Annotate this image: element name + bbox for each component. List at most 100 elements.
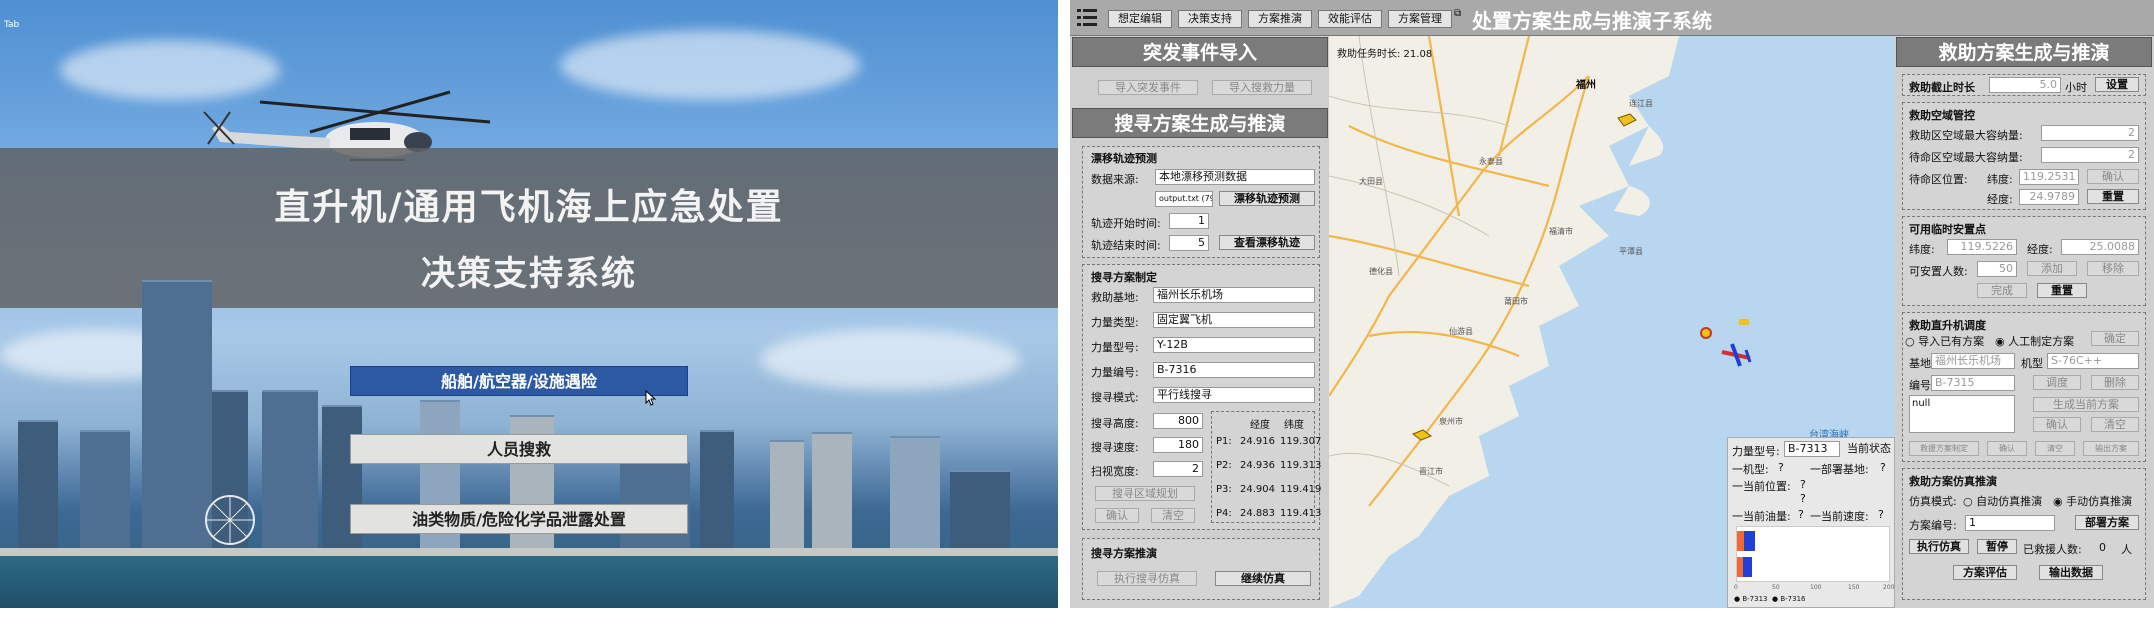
info-base-value: ? bbox=[1880, 461, 1886, 474]
status-button[interactable]: 当前状态 bbox=[1846, 441, 1892, 456]
source-label: 数据来源: bbox=[1091, 173, 1139, 186]
distress-target-icon[interactable] bbox=[1699, 326, 1713, 340]
exec-search-sim-button[interactable]: 执行搜寻仿真 bbox=[1097, 571, 1197, 586]
sim-auto-text: 自动仿真推演 bbox=[1976, 495, 2043, 508]
heli-sub-output-button[interactable]: 输出方案 bbox=[2083, 441, 2139, 456]
option-oil-spill-button[interactable]: 油类物质/危险化学品泄露处置 bbox=[350, 504, 688, 534]
temp-remove-button[interactable]: 移除 bbox=[2087, 261, 2139, 276]
type-label: 力量类型: bbox=[1091, 316, 1139, 329]
temp-people-field[interactable]: 50 bbox=[1977, 261, 2017, 277]
import-event-button[interactable]: 导入突发事件 bbox=[1098, 80, 1198, 95]
search-grid-marker-icon bbox=[1739, 319, 1749, 325]
heli-dispatch-button[interactable]: 调度 bbox=[2033, 375, 2081, 390]
option-personnel-search-button[interactable]: 人员搜救 bbox=[350, 434, 688, 464]
info-fleet-value: ? bbox=[1778, 461, 1784, 474]
corner-text: Tab bbox=[4, 20, 20, 30]
speed-field[interactable]: 180 bbox=[1153, 437, 1203, 453]
search-confirm-button[interactable]: 确认 bbox=[1095, 508, 1139, 523]
heli-sub-confirm-button[interactable]: 确认 bbox=[1987, 441, 2027, 456]
legend-b7316: ● B-7316 bbox=[1772, 595, 1806, 603]
deploy-plan-button[interactable]: 部署方案 bbox=[2075, 515, 2139, 530]
heli-clear-button[interactable]: 清空 bbox=[2091, 417, 2139, 432]
sim-manual-radio[interactable]: ◉ 手动仿真推演 bbox=[2053, 493, 2132, 509]
view-drift-button[interactable]: 查看漂移轨迹 bbox=[1219, 235, 1315, 250]
file-field[interactable]: output.txt (798,878 bbox=[1155, 191, 1213, 207]
height-field[interactable]: 800 bbox=[1153, 413, 1203, 429]
plan-eval-button[interactable]: 方案评估 bbox=[1953, 565, 2017, 580]
continue-sim-button[interactable]: 继续仿真 bbox=[1215, 571, 1311, 586]
heli-manual-radio[interactable]: ◉ 人工制定方案 bbox=[1995, 333, 2074, 349]
heli-base-field[interactable]: 福州长乐机场 bbox=[1931, 353, 2015, 369]
id-field[interactable]: B-7316 bbox=[1153, 362, 1315, 378]
search-clear-button[interactable]: 清空 bbox=[1151, 508, 1195, 523]
temp-reset-button[interactable]: 重置 bbox=[2037, 283, 2087, 298]
heli-import-radio[interactable]: ○ 导入已有方案 bbox=[1905, 333, 1984, 349]
model-field[interactable]: Y-12B bbox=[1153, 337, 1315, 353]
temp-done-button[interactable]: 完成 bbox=[1977, 283, 2027, 298]
heli-confirm-button[interactable]: 确定 bbox=[2091, 331, 2139, 346]
info-fuel-label: 一当前油量: bbox=[1732, 510, 1791, 523]
end-time-field[interactable]: 5 bbox=[1169, 235, 1209, 251]
mode-field[interactable]: 平行线搜寻 bbox=[1153, 387, 1315, 403]
menu-decision-support[interactable]: 决策支持 bbox=[1178, 10, 1242, 28]
cap2-label: 待命区空域最大容纳量: bbox=[1909, 151, 2023, 164]
heli-plan-textarea[interactable]: null bbox=[1909, 395, 2015, 433]
heli-delete-button[interactable]: 删除 bbox=[2091, 375, 2139, 390]
import-force-button[interactable]: 导入搜救力量 bbox=[1212, 80, 1312, 95]
type-field[interactable]: 固定翼飞机 bbox=[1153, 312, 1315, 328]
fuel-bar-b7316 bbox=[1737, 557, 1752, 577]
temp-add-button[interactable]: 添加 bbox=[2027, 261, 2077, 276]
standby-confirm-button[interactable]: 确认 bbox=[2087, 169, 2139, 184]
heli-model-field[interactable]: S-76C++ bbox=[2047, 353, 2139, 369]
height-label: 搜寻高度: bbox=[1091, 417, 1139, 430]
temp-site-section: 可用临时安置点 纬度: 119.5226 经度: 25.0088 可安置人数: … bbox=[1902, 216, 2146, 306]
menu-list-icon[interactable] bbox=[1076, 6, 1098, 30]
map-place: 泉州市 bbox=[1439, 417, 1463, 426]
helicopter-marker-icon[interactable] bbox=[1411, 426, 1433, 444]
temp-lon-field[interactable]: 25.0088 bbox=[2061, 239, 2139, 255]
map-view[interactable]: 救助任务时长: 21.08 福州 连江县 大田县 永泰县 福清市 莆田市 仙游县… bbox=[1329, 36, 1895, 608]
sim-mode-label: 仿真模式: bbox=[1909, 495, 1957, 508]
exec-sim-button[interactable]: 执行仿真 bbox=[1909, 539, 1969, 554]
temp-lat-field[interactable]: 119.5226 bbox=[1947, 239, 2017, 255]
standby-reset-button[interactable]: 重置 bbox=[2087, 189, 2139, 204]
heli-sub-plan-button[interactable]: 救援方案制定 bbox=[1909, 441, 1979, 456]
drift-predict-button[interactable]: 漂移轨迹预测 bbox=[1219, 191, 1315, 206]
coord-p4-b: 119.413 bbox=[1280, 508, 1322, 519]
building bbox=[80, 430, 130, 550]
fuel-bar-b7313 bbox=[1737, 531, 1755, 551]
rescued-value: 0 bbox=[2099, 541, 2106, 554]
map-place: 仙游县 bbox=[1449, 327, 1473, 336]
standby-lon-field[interactable]: 119.2531 bbox=[2019, 169, 2079, 185]
menu-plan-deduction[interactable]: 方案推演 bbox=[1248, 10, 1312, 28]
heli-sub-clear-button[interactable]: 清空 bbox=[2035, 441, 2075, 456]
menu-scenario-edit[interactable]: 想定编辑 bbox=[1108, 10, 1172, 28]
cap2-field[interactable]: 2 bbox=[2041, 147, 2139, 163]
plan-number-field[interactable]: 1 bbox=[1965, 515, 2055, 531]
deadline-field[interactable]: 5.0 bbox=[1989, 77, 2061, 93]
cap1-field[interactable]: 2 bbox=[2041, 125, 2139, 141]
heli-generate-button[interactable]: 生成当前方案 bbox=[2033, 397, 2139, 412]
coord-head-lat: 经度 bbox=[1250, 420, 1270, 431]
source-field[interactable]: 本地漂移预测数据 bbox=[1155, 169, 1315, 185]
base-field[interactable]: 福州长乐机场 bbox=[1153, 287, 1315, 303]
start-time-field[interactable]: 1 bbox=[1169, 213, 1209, 229]
deadline-set-button[interactable]: 设置 bbox=[2095, 77, 2139, 92]
menu-plan-management[interactable]: 方案管理 bbox=[1388, 10, 1452, 28]
map-place: 连江县 bbox=[1629, 99, 1653, 108]
search-aircraft-icon[interactable] bbox=[1720, 342, 1754, 368]
heli-confirm2-button[interactable]: 确认 bbox=[2033, 417, 2081, 432]
option-vessel-distress-button[interactable]: 船舶/航空器/设施遇险 bbox=[350, 366, 688, 396]
output-data-button[interactable]: 输出数据 bbox=[2039, 565, 2103, 580]
area-plan-button[interactable]: 搜寻区域规划 bbox=[1095, 486, 1195, 501]
menu-effectiveness-eval[interactable]: 效能评估 bbox=[1318, 10, 1382, 28]
pause-button[interactable]: 暂停 bbox=[1977, 539, 2017, 554]
sim-auto-radio[interactable]: ○ 自动仿真推演 bbox=[1963, 493, 2042, 509]
search-plan-header: 搜寻方案生成与推演 bbox=[1072, 108, 1328, 138]
rescue-vessel-icon[interactable] bbox=[1616, 112, 1638, 130]
heli-id-field[interactable]: B-7315 bbox=[1931, 375, 2015, 391]
standby-lat-field[interactable]: 24.9789 bbox=[2019, 189, 2079, 205]
width-field[interactable]: 2 bbox=[1153, 461, 1203, 477]
map-place: 大田县 bbox=[1359, 177, 1383, 186]
info-model-field[interactable]: B-7313 bbox=[1784, 441, 1840, 457]
